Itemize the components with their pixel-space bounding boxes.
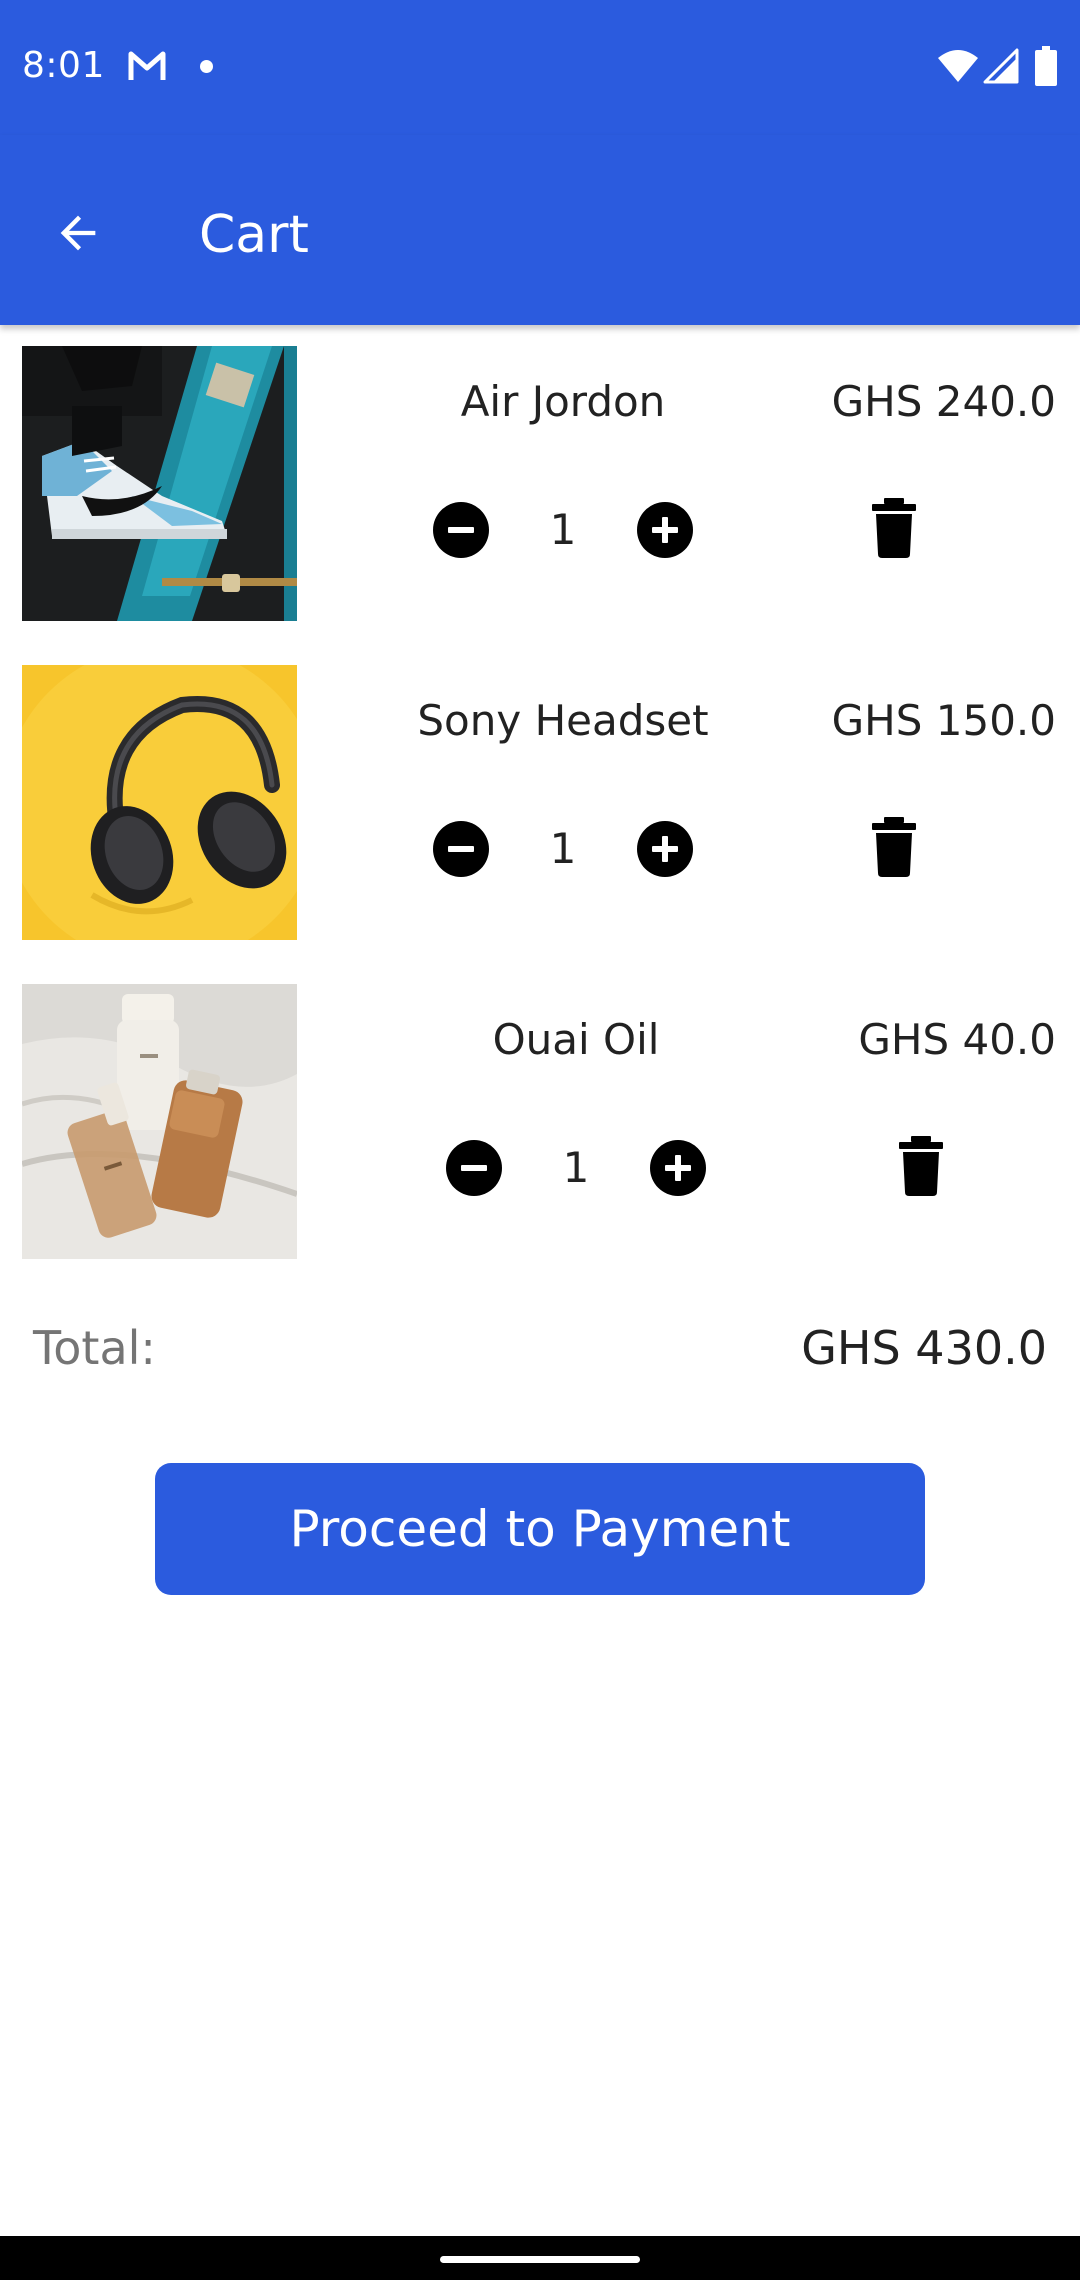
arrow-back-icon (60, 215, 96, 251)
decrease-quantity-button[interactable] (433, 502, 489, 558)
product-image-headphones (22, 665, 297, 940)
status-time: 8:01 (22, 45, 105, 86)
product-image-oil-bottles (22, 984, 297, 1259)
page-title: Cart (199, 205, 309, 265)
cart-item: Air Jordon GHS 240.0 1 (0, 346, 1080, 622)
app-bar: Cart (0, 135, 1080, 325)
home-gesture-handle[interactable] (440, 2256, 640, 2263)
delete-icon[interactable] (893, 1134, 949, 1198)
product-price: GHS 40.0 (858, 1015, 1056, 1064)
cart-item: Sony Headset GHS 150.0 1 (0, 665, 1080, 941)
total-value: GHS 430.0 (801, 1321, 1047, 1375)
increase-quantity-button[interactable] (650, 1140, 706, 1196)
decrease-quantity-button[interactable] (433, 821, 489, 877)
product-name: Ouai Oil (492, 1015, 660, 1064)
increase-quantity-button[interactable] (637, 502, 693, 558)
quantity-value: 1 (549, 505, 577, 554)
product-name: Sony Headset (417, 696, 709, 745)
increase-quantity-button[interactable] (637, 821, 693, 877)
notification-dot (200, 60, 213, 73)
product-name: Air Jordon (460, 377, 666, 426)
product-price: GHS 150.0 (831, 696, 1056, 745)
proceed-to-payment-button[interactable]: Proceed to Payment (155, 1463, 925, 1595)
cart-item: Ouai Oil GHS 40.0 1 (0, 984, 1080, 1260)
signal-icon (983, 48, 1019, 84)
decrease-quantity-button[interactable] (446, 1140, 502, 1196)
gmail-icon (128, 51, 166, 80)
status-bar: 8:01 (0, 0, 1080, 135)
navigation-bar (0, 2236, 1080, 2280)
delete-icon[interactable] (866, 815, 922, 879)
back-button[interactable] (40, 195, 116, 271)
product-image-sneakers (22, 346, 297, 621)
wifi-icon (938, 50, 978, 82)
battery-icon (1035, 46, 1057, 86)
product-price: GHS 240.0 (831, 377, 1056, 426)
quantity-value: 1 (549, 824, 577, 873)
total-label: Total: (33, 1321, 156, 1375)
quantity-value: 1 (562, 1143, 590, 1192)
delete-icon[interactable] (866, 496, 922, 560)
